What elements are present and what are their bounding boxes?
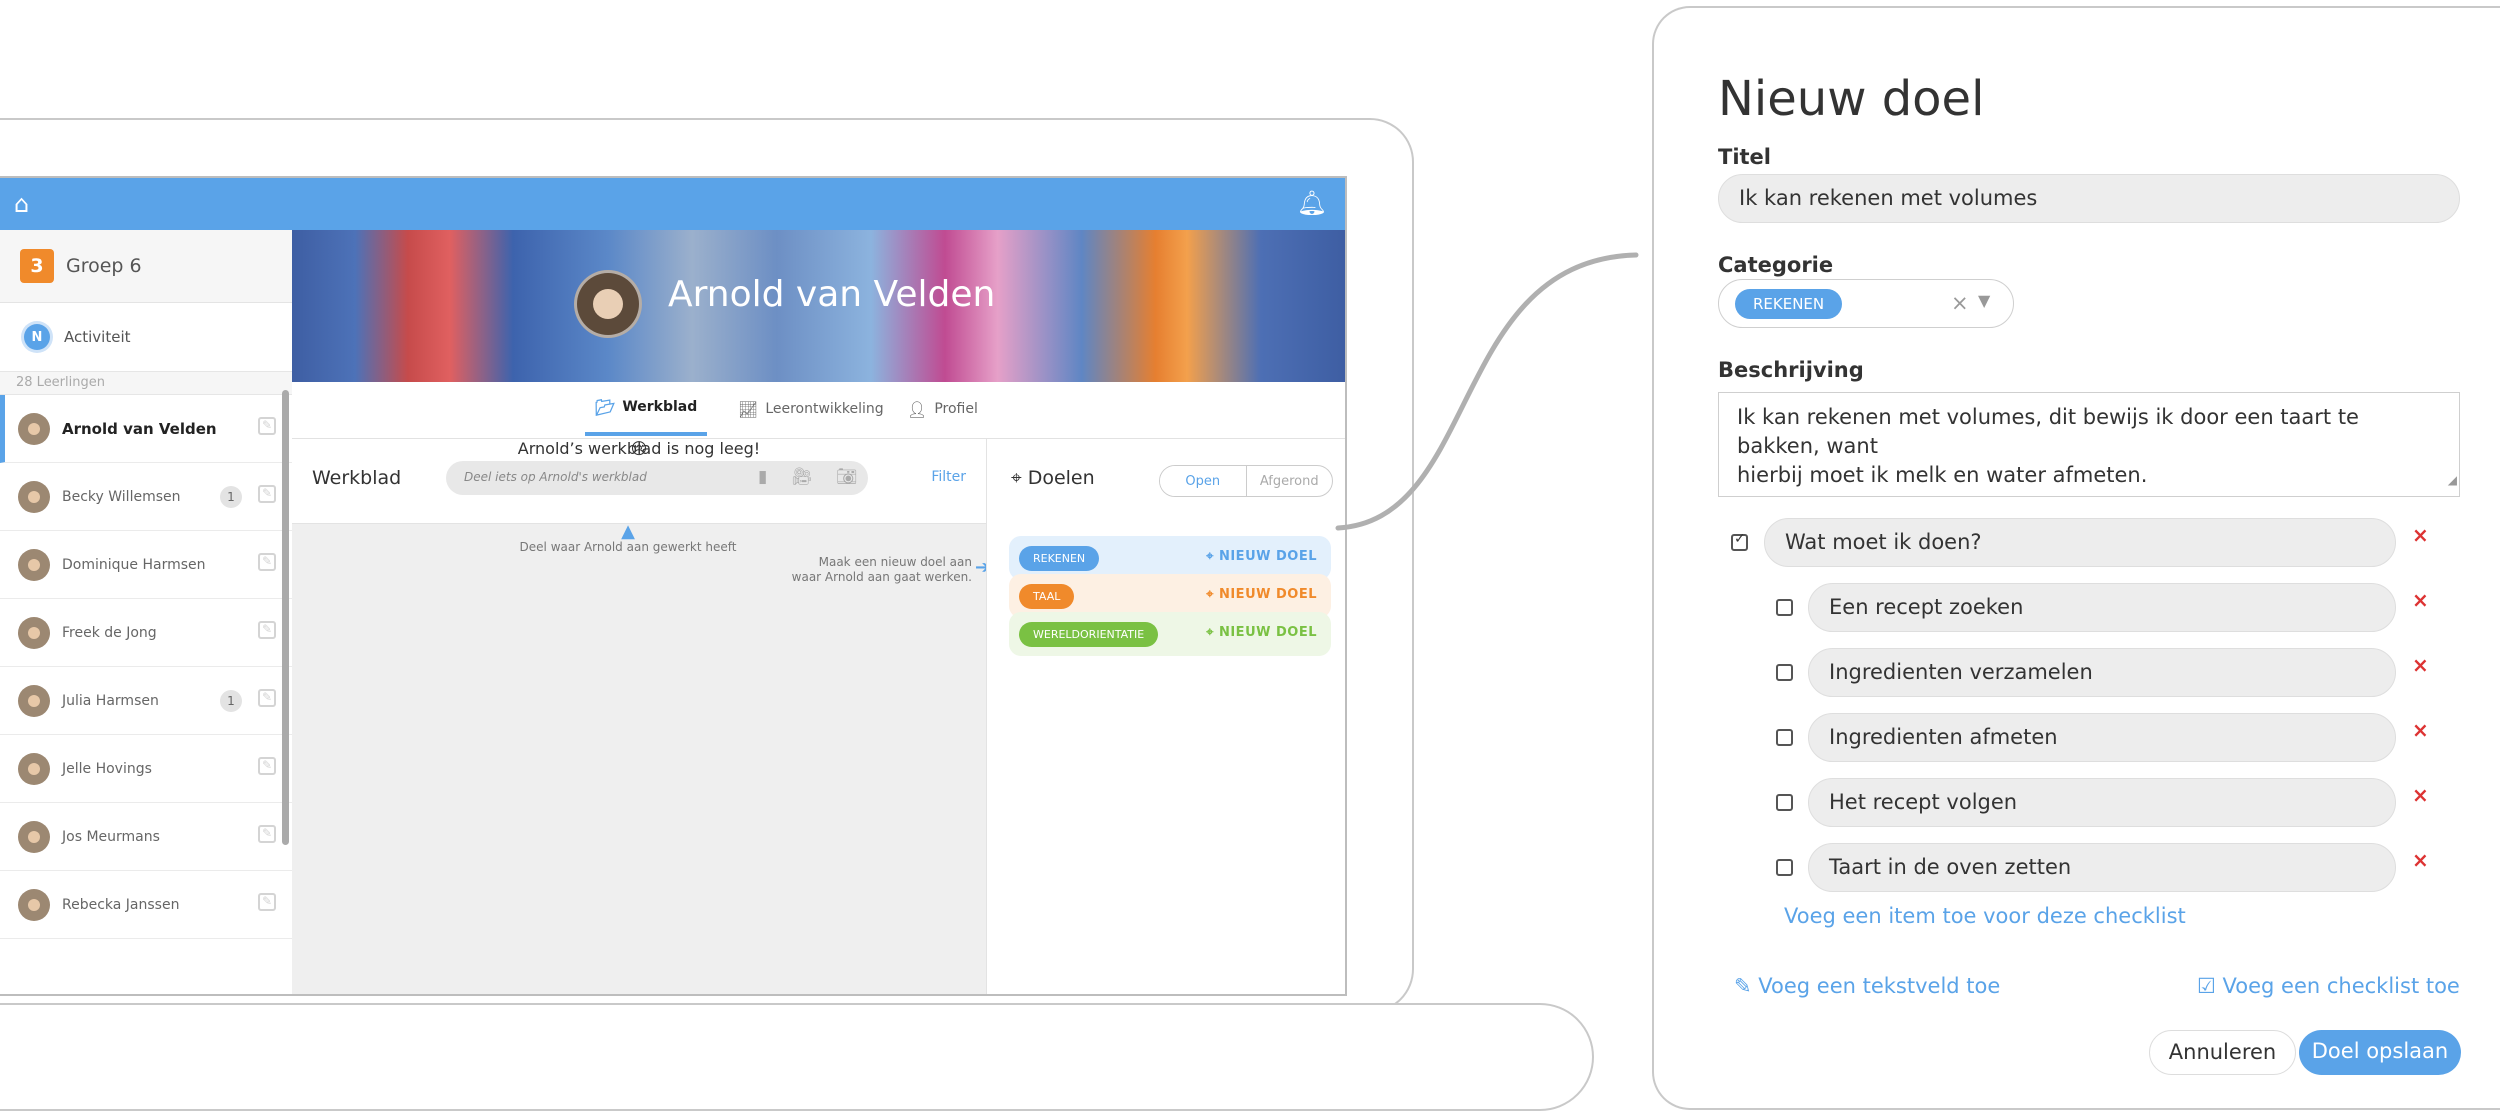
delete-item-icon[interactable]: ×: [2412, 653, 2429, 677]
checklist-item-checkbox[interactable]: [1776, 599, 1793, 616]
checklist-item-checkbox[interactable]: [1776, 664, 1793, 681]
delete-item-icon[interactable]: ×: [2412, 718, 2429, 742]
description-label: Beschrijving: [1718, 358, 1864, 382]
title-input[interactable]: Ik kan rekenen met volumes: [1718, 174, 2460, 223]
clear-icon[interactable]: ×: [1951, 291, 1969, 315]
description-line: Ik kan rekenen met volumes, dit bewijs i…: [1737, 405, 2359, 458]
checklist-item-input[interactable]: Ingredienten afmeten: [1808, 713, 2396, 762]
category-chip: REKENEN: [1735, 289, 1843, 319]
category-label: Categorie: [1718, 253, 1834, 277]
delete-item-icon[interactable]: ×: [2412, 588, 2429, 612]
delete-item-icon[interactable]: ×: [2412, 848, 2429, 872]
title-label: Titel: [1718, 145, 1772, 169]
checklist-item-checkbox[interactable]: [1776, 794, 1793, 811]
checklist-item-checkbox[interactable]: [1776, 859, 1793, 876]
checklist-item-checkbox[interactable]: [1776, 729, 1793, 746]
checklist-enabled-checkbox[interactable]: [1731, 531, 1748, 551]
resize-grip-icon[interactable]: ◢: [2448, 466, 2457, 495]
delete-item-icon[interactable]: ×: [2412, 783, 2429, 807]
description-line: hierbij moet ik melk en water afmeten.: [1737, 463, 2148, 487]
checklist-title-input[interactable]: Wat moet ik doen?: [1764, 518, 2396, 567]
chevron-down-icon[interactable]: ▼: [1978, 291, 1990, 310]
category-select[interactable]: REKENEN × ▼: [1718, 279, 2014, 328]
form-title: Nieuw doel: [1718, 71, 1985, 127]
delete-checklist-icon[interactable]: ×: [2412, 523, 2429, 547]
checklist-item-input[interactable]: Taart in de oven zetten: [1808, 843, 2396, 892]
checklist-item-input[interactable]: Het recept volgen: [1808, 778, 2396, 827]
description-textarea[interactable]: Ik kan rekenen met volumes, dit bewijs i…: [1718, 392, 2460, 497]
add-textfield-label: Voeg een tekstveld toe: [1758, 974, 2001, 998]
cancel-button[interactable]: Annuleren: [2149, 1030, 2296, 1075]
new-goal-form: Nieuw doel Titel Ik kan rekenen met volu…: [1652, 6, 2500, 1110]
add-checklist-label: Voeg een checklist toe: [2222, 974, 2460, 998]
pencil-icon: ✎: [1734, 974, 1759, 998]
add-textfield-link[interactable]: ✎ Voeg een tekstveld toe: [1734, 974, 2000, 998]
checklist-item-input[interactable]: Ingredienten verzamelen: [1808, 648, 2396, 697]
checklist-item-input[interactable]: Een recept zoeken: [1808, 583, 2396, 632]
add-checklist-item-link[interactable]: Voeg een item toe voor deze checklist: [1784, 904, 2186, 928]
save-goal-button[interactable]: Doel opslaan: [2299, 1030, 2461, 1075]
add-checklist-link[interactable]: ☑ Voeg een checklist toe: [2197, 974, 2460, 998]
checkbox-icon: ☑: [2197, 974, 2223, 998]
